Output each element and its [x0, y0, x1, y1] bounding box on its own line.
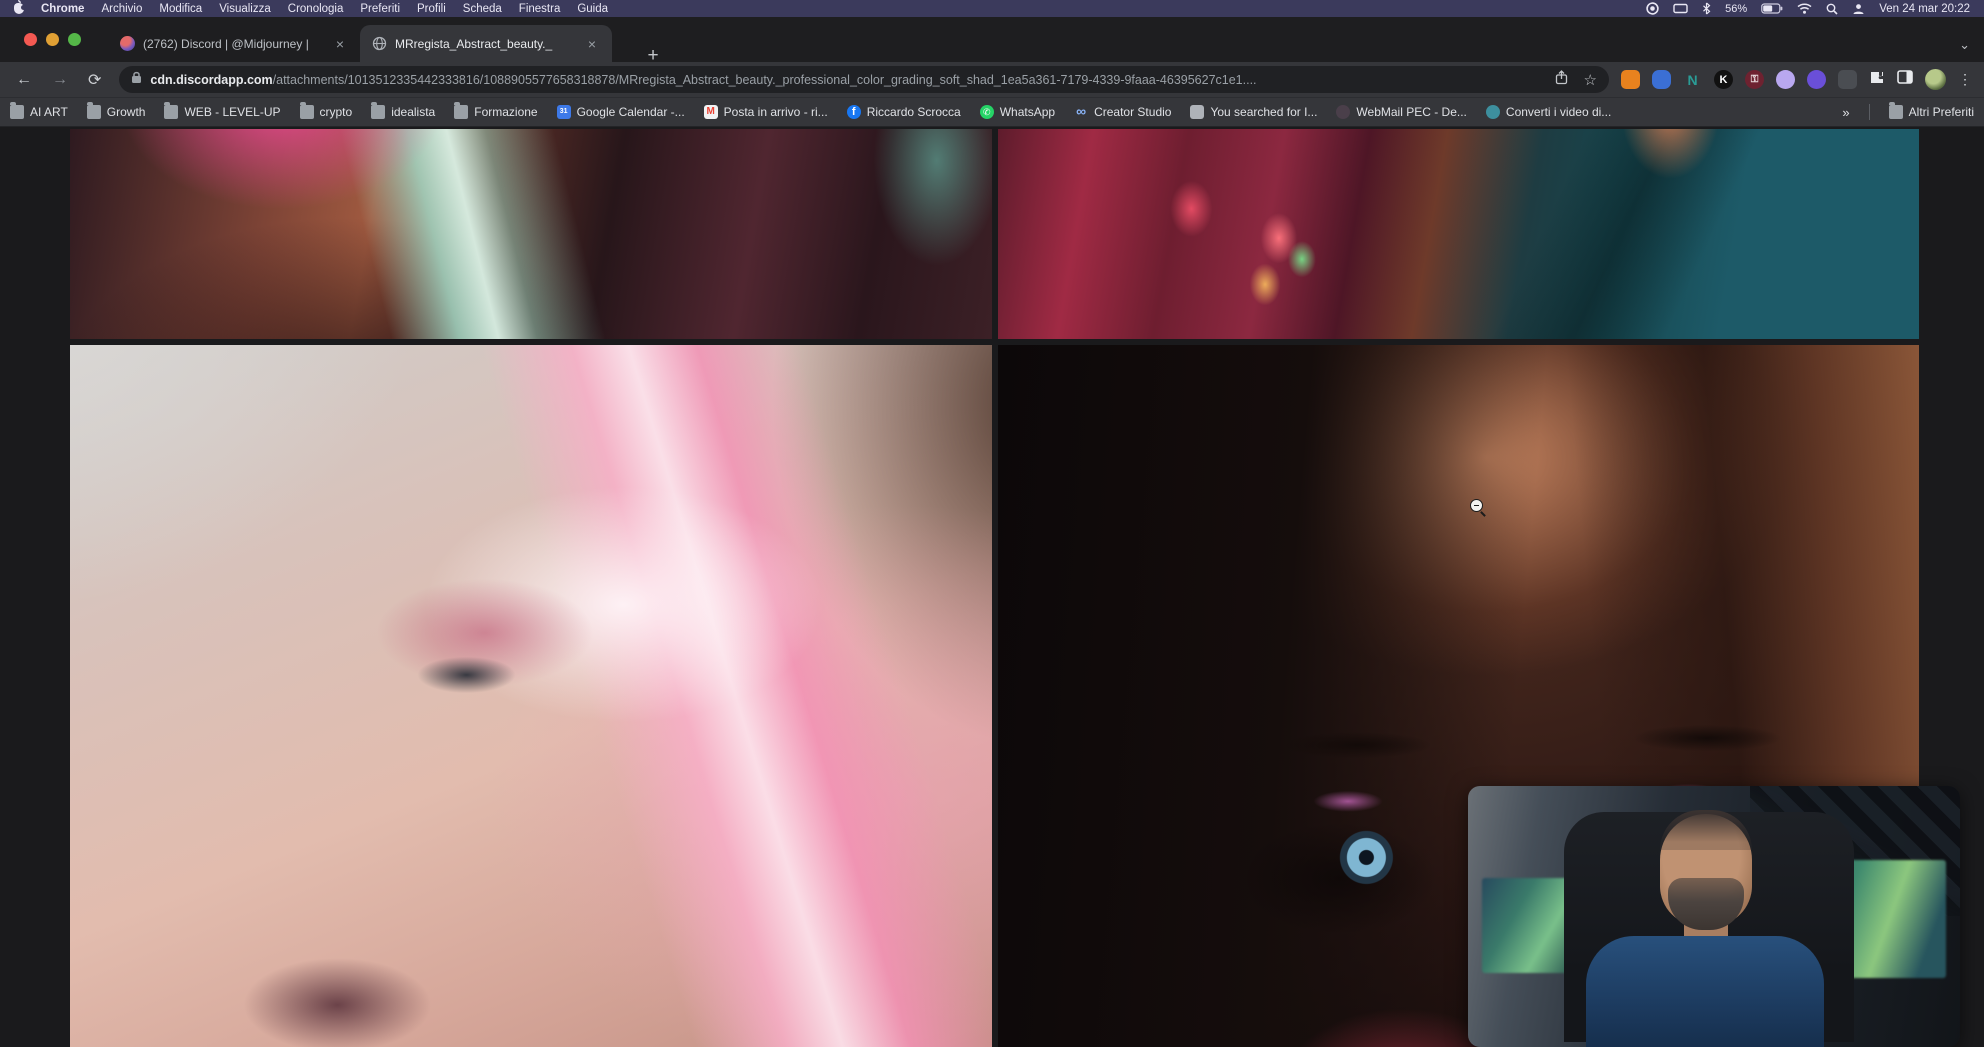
menu-scheda[interactable]: Scheda [463, 3, 502, 15]
tab-title: (2762) Discord | @Midjourney | [143, 37, 324, 51]
google-calendar-icon [557, 105, 571, 119]
tab-close-icon[interactable]: × [332, 36, 348, 52]
document-icon [1190, 105, 1204, 119]
fast-user-switch-icon[interactable] [1852, 3, 1865, 15]
grid-image-top-right-abstract[interactable] [998, 129, 1919, 339]
extensions-puzzle-icon[interactable] [1869, 69, 1885, 90]
macos-menubar: Chrome Archivio Modifica Visualizza Cron… [0, 0, 1984, 17]
bookmark-creator-studio[interactable]: Creator Studio [1074, 105, 1171, 119]
wifi-icon[interactable] [1797, 3, 1812, 14]
url-domain: cdn.discordapp.com [150, 73, 272, 87]
extension-metamask-icon[interactable] [1621, 70, 1640, 89]
discord-favicon [120, 36, 135, 51]
window-controls [24, 33, 81, 46]
bookmark-folder-ai-art[interactable]: AI ART [10, 105, 68, 119]
menu-guida[interactable]: Guida [577, 3, 608, 15]
bookmark-webmail-pec[interactable]: WebMail PEC - De... [1336, 105, 1466, 119]
extension-key-icon[interactable]: ⚿ [1745, 70, 1764, 89]
bluetooth-icon[interactable] [1702, 2, 1711, 15]
bookmark-folder-formazione[interactable]: Formazione [454, 105, 537, 119]
presenter-body [1586, 936, 1824, 1047]
chrome-menu-icon[interactable]: ⋮ [1958, 71, 1972, 88]
grid-image-top-left-abstract[interactable] [70, 129, 992, 339]
menu-finestra[interactable]: Finestra [519, 3, 561, 15]
folder-icon [454, 105, 468, 119]
video-convert-icon [1486, 105, 1500, 119]
bookmark-star-icon[interactable]: ☆ [1584, 71, 1597, 89]
tab-search-chevron-icon[interactable]: ⌄ [1959, 37, 1970, 53]
whatsapp-icon [980, 105, 994, 119]
menu-app-name[interactable]: Chrome [41, 3, 84, 15]
url-text: cdn.discordapp.com/attachments/101351233… [150, 73, 1256, 87]
tab-image-active[interactable]: MRregista_Abstract_beauty._ × [360, 25, 612, 62]
bookmarks-divider [1869, 104, 1870, 120]
zoom-window-button[interactable] [68, 33, 81, 46]
bookmark-converti-video[interactable]: Converti i video di... [1486, 105, 1611, 119]
folder-icon [164, 105, 178, 119]
bookmark-folder-growth[interactable]: Growth [87, 105, 146, 119]
profile-avatar[interactable] [1925, 69, 1946, 90]
menu-modifica[interactable]: Modifica [159, 3, 202, 15]
bookmark-folder-web-level-up[interactable]: WEB - LEVEL-UP [164, 105, 280, 119]
extension-n-icon[interactable]: N [1683, 70, 1702, 89]
screen-record-icon[interactable] [1646, 2, 1659, 15]
bookmark-facebook-profile[interactable]: Riccardo Scrocca [847, 105, 961, 119]
bookmarks-overflow-chevron[interactable]: » [1842, 105, 1849, 120]
bookmarks-bar: AI ART Growth WEB - LEVEL-UP crypto idea… [0, 97, 1984, 127]
extension-k-icon[interactable]: K [1714, 70, 1733, 89]
battery-percent: 56% [1725, 3, 1747, 15]
globe-favicon [372, 36, 387, 51]
extension-purple-icon[interactable] [1807, 70, 1826, 89]
folder-icon [300, 105, 314, 119]
menu-visualizza[interactable]: Visualizza [219, 3, 271, 15]
bookmark-gmail-inbox[interactable]: Posta in arrivo - ri... [704, 105, 828, 119]
chrome-tabstrip: (2762) Discord | @Midjourney | × MRregis… [0, 17, 1984, 62]
folder-icon [1889, 105, 1903, 119]
bookmark-whatsapp[interactable]: WhatsApp [980, 105, 1055, 119]
extension-blue-icon[interactable] [1652, 70, 1671, 89]
battery-icon[interactable] [1761, 3, 1783, 14]
tab-close-icon[interactable]: × [584, 36, 600, 52]
close-window-button[interactable] [24, 33, 37, 46]
display-mirroring-icon[interactable] [1673, 3, 1688, 15]
menu-cronologia[interactable]: Cronologia [288, 3, 344, 15]
bookmark-folder-altri-preferiti[interactable]: Altri Preferiti [1889, 105, 1974, 119]
minimize-window-button[interactable] [46, 33, 59, 46]
meta-infinity-icon [1074, 105, 1088, 119]
presenter-webcam-overlay [1468, 786, 1960, 1047]
pec-mail-icon [1336, 105, 1350, 119]
tab-discord[interactable]: (2762) Discord | @Midjourney | × [108, 25, 360, 62]
bookmark-you-searched[interactable]: You searched for I... [1190, 105, 1317, 119]
lock-icon[interactable] [131, 71, 142, 89]
url-path: /attachments/1013512335442333816/1088905… [273, 73, 1257, 87]
forward-button[interactable]: → [52, 71, 68, 89]
extension-lavender-icon[interactable] [1776, 70, 1795, 89]
menu-profili[interactable]: Profili [417, 3, 446, 15]
extension-code-icon[interactable] [1838, 70, 1857, 89]
facebook-icon [847, 105, 861, 119]
spotlight-search-icon[interactable] [1826, 3, 1838, 15]
bookmark-folder-idealista[interactable]: idealista [371, 105, 435, 119]
gmail-icon [704, 105, 718, 119]
reload-button[interactable]: ⟳ [88, 70, 101, 90]
folder-icon [10, 105, 24, 119]
menu-preferiti[interactable]: Preferiti [360, 3, 400, 15]
menu-archivio[interactable]: Archivio [101, 3, 142, 15]
zoom-out-cursor [1470, 499, 1483, 512]
chrome-toolbar: ← → ⟳ cdn.discordapp.com/attachments/101… [0, 62, 1984, 97]
address-bar[interactable]: cdn.discordapp.com/attachments/101351233… [119, 66, 1609, 93]
share-icon[interactable] [1555, 70, 1568, 90]
folder-icon [371, 105, 385, 119]
bookmark-folder-crypto[interactable]: crypto [300, 105, 353, 119]
tab-title: MRregista_Abstract_beauty._ [395, 37, 576, 51]
side-panel-icon[interactable] [1897, 70, 1913, 89]
grid-image-portrait-profile-pink[interactable] [70, 345, 992, 1047]
bookmark-google-calendar[interactable]: Google Calendar -... [557, 105, 685, 119]
folder-icon [87, 105, 101, 119]
back-button[interactable]: ← [16, 71, 32, 89]
menubar-clock[interactable]: Ven 24 mar 20:22 [1879, 3, 1970, 15]
screen: Chrome Archivio Modifica Visualizza Cron… [0, 0, 1984, 1047]
apple-menu-icon[interactable] [14, 3, 24, 14]
